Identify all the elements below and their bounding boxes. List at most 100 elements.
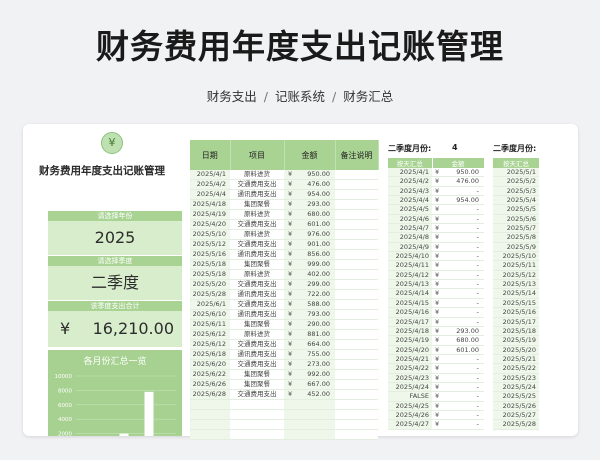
table-row[interactable]: 2025/6/12 交通费用支出 ¥664.00 [190, 339, 378, 350]
cell-remark[interactable] [335, 259, 378, 270]
cell-date[interactable]: 2025/5/25 [493, 391, 539, 402]
cell-amount[interactable]: ¥680.00 [284, 209, 335, 220]
cell-item[interactable]: 原料进货 [230, 229, 284, 240]
table-row[interactable]: 2025/4/1 原料进货 ¥950.00 [190, 170, 378, 180]
cell-date[interactable]: 2025/4/19 [388, 335, 432, 346]
cell-amount[interactable]: ¥976.00 [284, 229, 335, 240]
cell-amount[interactable]: ¥793.00 [284, 309, 335, 320]
cell-remark[interactable] [335, 170, 378, 180]
table-row[interactable]: 2025/6/20 交通费用支出 ¥273.00 [190, 359, 378, 370]
cell-amount[interactable]: ¥588.00 [284, 299, 335, 310]
table-row[interactable]: 2025/4/18 ¥293.00 [388, 326, 484, 337]
cell-date[interactable]: 2025/6/28 [190, 389, 230, 400]
cell-date[interactable] [190, 409, 230, 420]
table-row[interactable]: 2025/5/13 [493, 279, 539, 290]
cell-item[interactable]: 交通费用支出 [230, 179, 284, 190]
cell-date[interactable]: 2025/6/12 [190, 329, 230, 340]
table-row[interactable]: 2025/4/17 ¥ - [388, 317, 484, 327]
cell-date[interactable]: 2025/5/28 [493, 419, 539, 430]
cell-date[interactable]: 2025/5/4 [493, 195, 539, 206]
table-row[interactable]: 2025/6/22 集团聚餐 ¥992.00 [190, 369, 378, 380]
cell-remark[interactable] [335, 239, 378, 250]
table-row[interactable]: 2025/4/6 ¥ - [388, 214, 484, 225]
cell-amount[interactable]: ¥950.00 [284, 170, 335, 180]
cell-date[interactable]: 2025/4/23 [388, 373, 432, 383]
cell-date[interactable]: 2025/4/18 [190, 199, 230, 210]
cell-date[interactable]: 2025/5/13 [493, 279, 539, 290]
cell-amount[interactable]: ¥950.00 [432, 168, 484, 178]
cell-date[interactable]: 2025/5/8 [493, 232, 539, 243]
table-row[interactable]: 2025/5/28 通讯费用支出 ¥722.00 [190, 289, 378, 300]
cell-item[interactable]: 集团聚餐 [230, 369, 284, 380]
cell-amount[interactable]: ¥ - [432, 410, 484, 421]
cell-item[interactable]: 通讯费用支出 [230, 289, 284, 300]
cell-date[interactable]: 2025/5/28 [190, 289, 230, 300]
cell-amount[interactable]: ¥476.00 [284, 179, 335, 190]
cell-date[interactable]: 2025/4/22 [388, 363, 432, 374]
cell-amount[interactable]: ¥ - [432, 317, 484, 327]
cell-amount[interactable]: ¥ - [432, 260, 484, 271]
cell-amount[interactable]: ¥452.00 [284, 389, 335, 400]
table-row[interactable]: 2025/4/2 ¥476.00 [388, 176, 484, 187]
cell-amount[interactable] [284, 409, 335, 420]
table-row[interactable]: 2025/4/23 ¥ - [388, 373, 484, 383]
cell-remark[interactable] [335, 359, 378, 370]
cell-date[interactable]: 2025/5/12 [493, 270, 539, 281]
cell-item[interactable]: 集团聚餐 [230, 199, 284, 210]
cell-date[interactable]: 2025/4/9 [388, 242, 432, 253]
cell-date[interactable]: 2025/6/26 [190, 379, 230, 390]
cell-date[interactable]: 2025/5/7 [493, 223, 539, 234]
cell-date[interactable]: 2025/4/8 [388, 232, 432, 243]
cell-amount[interactable]: ¥680.00 [432, 335, 484, 346]
cell-remark[interactable] [335, 229, 378, 240]
cell-date[interactable]: 2025/6/18 [190, 349, 230, 360]
cell-date[interactable]: 2025/5/20 [493, 345, 539, 355]
cell-amount[interactable]: ¥ - [432, 242, 484, 253]
cell-amount[interactable]: ¥ - [432, 251, 484, 262]
table-row[interactable]: 2025/5/18 集团聚餐 ¥999.00 [190, 259, 378, 270]
cell-item[interactable] [230, 409, 284, 420]
table-row[interactable]: 2025/5/10 原料进货 ¥976.00 [190, 229, 378, 240]
cell-date[interactable]: 2025/5/22 [493, 363, 539, 374]
year-selector[interactable]: 请选择年份 2025 [48, 211, 182, 255]
cell-item[interactable]: 集团聚餐 [230, 259, 284, 270]
table-row[interactable]: 2025/5/26 [493, 401, 539, 411]
table-row[interactable]: 2025/4/25 ¥ - [388, 401, 484, 411]
table-row[interactable]: 2025/6/1 交通费用支出 ¥588.00 [190, 299, 378, 310]
table-row[interactable]: 2025/4/24 ¥ - [388, 382, 484, 393]
cell-date[interactable]: 2025/5/11 [493, 260, 539, 271]
table-row[interactable]: 2025/6/28 交通费用支出 ¥452.00 [190, 389, 378, 400]
table-row[interactable]: 2025/4/26 ¥ - [388, 410, 484, 421]
table-row[interactable]: 2025/4/5 ¥ - [388, 204, 484, 215]
cell-date[interactable]: 2025/6/11 [190, 319, 230, 330]
cell-remark[interactable] [335, 369, 378, 380]
cell-date[interactable]: 2025/6/10 [190, 309, 230, 320]
table-row[interactable]: 2025/5/28 [493, 419, 539, 430]
cell-date[interactable]: 2025/6/12 [190, 339, 230, 350]
cell-amount[interactable]: ¥601.00 [432, 345, 484, 355]
cell-date[interactable] [190, 419, 230, 430]
table-row[interactable]: 2025/4/10 ¥ - [388, 251, 484, 262]
cell-date[interactable]: 2025/5/23 [493, 373, 539, 383]
cell-amount[interactable]: ¥293.00 [432, 326, 484, 337]
table-row[interactable]: 2025/4/4 ¥954.00 [388, 195, 484, 206]
table-row[interactable]: 2025/5/16 [493, 307, 539, 318]
quarter-selector[interactable]: 请选择季度 二季度 [48, 256, 182, 300]
cell-date[interactable]: 2025/5/27 [493, 410, 539, 421]
cell-amount[interactable] [284, 399, 335, 410]
cell-amount[interactable]: ¥755.00 [284, 349, 335, 360]
cell-date[interactable]: 2025/5/20 [190, 279, 230, 290]
cell-amount[interactable]: ¥299.00 [284, 279, 335, 290]
cell-item[interactable]: 集团聚餐 [230, 379, 284, 390]
cell-date[interactable]: 2025/5/12 [190, 239, 230, 250]
table-row[interactable]: 2025/4/20 交通费用支出 ¥601.00 [190, 219, 378, 230]
cell-amount[interactable]: ¥290.00 [284, 319, 335, 330]
cell-amount[interactable]: ¥667.00 [284, 379, 335, 390]
cell-remark[interactable] [335, 299, 378, 310]
table-row[interactable]: 2025/5/11 [493, 260, 539, 271]
cell-remark[interactable] [335, 269, 378, 280]
table-row[interactable]: 2025/5/5 [493, 204, 539, 215]
cell-remark[interactable] [335, 189, 378, 200]
cell-remark[interactable] [335, 339, 378, 350]
table-row[interactable]: 2025/5/17 [493, 317, 539, 327]
